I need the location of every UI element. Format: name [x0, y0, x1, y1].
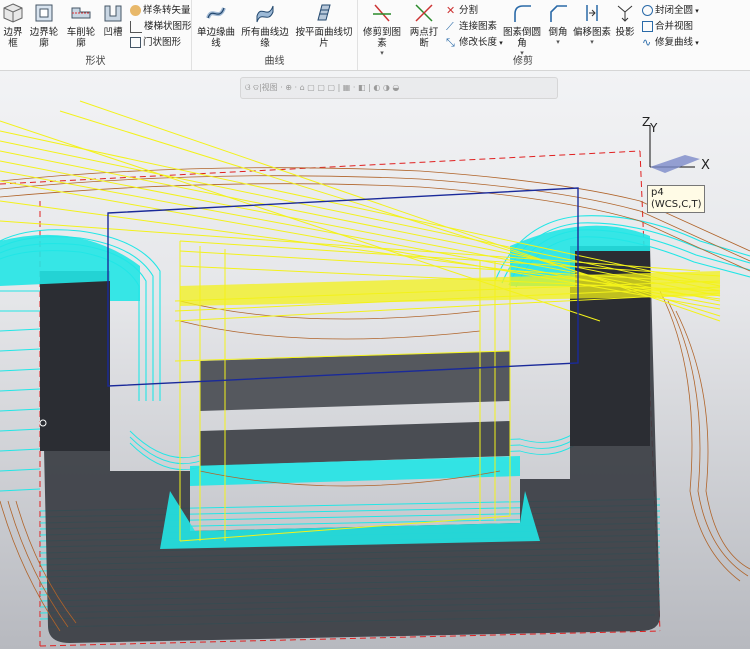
door-icon: [130, 37, 141, 48]
part-body: [40, 246, 660, 643]
profile-icon: [35, 4, 53, 22]
group-trim-label: 修剪: [513, 56, 533, 67]
modify-length-button[interactable]: ⤡ 修改长度 ▾: [446, 35, 503, 50]
fillet-icon: [514, 5, 531, 22]
join-entities-button[interactable]: ⟋ 连接图素: [446, 19, 497, 34]
close-arc-button[interactable]: 封闭全圆 ▾: [642, 3, 699, 18]
tooltip-point-name: p4: [651, 187, 664, 198]
modify-length-label: 修改长度: [459, 37, 498, 48]
stair-shape-button[interactable]: 楼梯状图形: [130, 19, 192, 34]
join-entities-label: 连接图素: [459, 21, 498, 32]
tooltip-coords: (WCS,C,T): [651, 199, 702, 210]
door-shape-button[interactable]: 门状图形: [130, 35, 181, 50]
project-label: 投影: [615, 27, 635, 38]
ribbon: 边界框 边界轮廓 车削轮廓 凹槽 样条转矢量 楼梯状图形 门状图形 形状 单边缘…: [0, 0, 750, 71]
groove-label: 凹槽: [103, 27, 123, 38]
circle-icon: [642, 5, 653, 16]
repair-curve-label: 修复曲线: [655, 37, 694, 48]
join-icon: ⟋: [446, 20, 454, 33]
offset-icon: [586, 5, 598, 21]
bounding-box-button[interactable]: 边界框: [0, 2, 26, 49]
stair-shape-label: 楼梯状图形: [144, 21, 192, 32]
chevron-down-icon[interactable]: ▾: [572, 38, 612, 46]
chamfer-icon: [550, 5, 567, 22]
spline-to-vector-label: 样条转矢量: [143, 5, 191, 16]
axis-x-label: X: [701, 158, 710, 173]
merge-views-label: 合并视图: [655, 21, 694, 32]
group-curve-label: 曲线: [264, 56, 285, 67]
group-shape-label: 形状: [85, 56, 106, 67]
view-toolbar-text: ଓ ଡ|视图 · ⊕ · ⌂ ▢ ▢ ▢ | ▦ · ◧ | ◐ ◑ ◒: [245, 83, 400, 92]
chevron-down-icon[interactable]: ▾: [544, 38, 572, 46]
divide-icon: ✕: [446, 4, 456, 17]
merge-views-button[interactable]: 合并视图: [642, 19, 693, 34]
project-button[interactable]: 投影: [612, 2, 638, 38]
offset-entity-label: 偏移图素: [572, 27, 611, 38]
fillet-entities-label: 图素倒圆角: [502, 27, 541, 49]
slice-plane-icon: [317, 4, 331, 21]
spline-to-vector-button[interactable]: 样条转矢量: [130, 3, 191, 18]
fillet-entities-button[interactable]: 图素倒圆角 ▾: [500, 2, 544, 57]
bounding-box-label: 边界框: [3, 27, 23, 49]
axis-z-label: Z: [642, 115, 651, 129]
turn-profile-icon: [71, 7, 91, 19]
divide-label: 分割: [459, 5, 479, 16]
chamfer-button[interactable]: 倒角 ▾: [544, 2, 572, 46]
repair-curve-icon: ∿: [642, 36, 652, 49]
two-point-break-label: 两点打断: [409, 27, 439, 49]
groove-button[interactable]: 凹槽: [100, 2, 126, 38]
trim-to-entity-button[interactable]: 修剪到图素 ▾: [360, 2, 404, 57]
close-arc-label: 封闭全圆: [655, 5, 694, 16]
slice-by-plane-button[interactable]: 按平面曲线切片: [292, 2, 356, 49]
single-edge-icon: [206, 7, 226, 19]
two-point-break-button[interactable]: 两点打断: [406, 2, 442, 49]
project-icon: [617, 5, 633, 22]
group-trim: 修剪到图素 ▾ 两点打断 ✕ 分割 ⟋ 连接图素 ⤡ 修改长度 ▾ 图素倒圆角 ▾ 倒…: [358, 0, 750, 70]
modify-length-icon: ⤡: [446, 36, 455, 49]
boundary-profile-label: 边界轮廓: [29, 27, 59, 49]
slice-by-plane-label: 按平面曲线切片: [295, 27, 353, 49]
offset-entity-button[interactable]: 偏移图素 ▾: [572, 2, 612, 46]
all-curve-edges-label: 所有曲线边缘: [241, 27, 289, 49]
chevron-down-icon[interactable]: ▾: [693, 39, 699, 47]
cube-icon: [3, 3, 23, 23]
all-curve-edges-button[interactable]: 所有曲线边缘: [240, 2, 290, 49]
stair-icon: [130, 20, 142, 33]
point-tooltip: p4 (WCS,C,T): [647, 185, 706, 213]
break-icon: [415, 4, 433, 22]
view-toolbar[interactable]: ଓ ଡ|视图 · ⊕ · ⌂ ▢ ▢ ▢ | ▦ · ◧ | ◐ ◑ ◒: [240, 77, 558, 99]
repair-curve-button[interactable]: ∿ 修复曲线 ▾: [642, 35, 699, 50]
group-shape: 边界框 边界轮廓 车削轮廓 凹槽 样条转矢量 楼梯状图形 门状图形 形状: [0, 0, 192, 70]
all-edges-icon: [256, 5, 274, 23]
axis-y-label: Y: [650, 121, 658, 135]
graphics-viewport[interactable]: ଓ ଡ|视图 · ⊕ · ⌂ ▢ ▢ ▢ | ▦ · ◧ | ◐ ◑ ◒ Z Y…: [0, 71, 750, 649]
divide-button[interactable]: ✕ 分割: [446, 3, 478, 18]
trim-to-entity-label: 修剪到图素: [362, 27, 401, 49]
turn-profile-label: 车削轮廓: [66, 27, 96, 49]
boundary-profile-button[interactable]: 边界轮廓: [26, 2, 62, 49]
spline-icon: [130, 5, 141, 16]
chevron-down-icon[interactable]: ▾: [693, 7, 699, 15]
group-curve: 单边缘曲线 所有曲线边缘 按平面曲线切片 曲线: [192, 0, 358, 70]
turn-profile-button[interactable]: 车削轮廓: [63, 2, 99, 49]
merge-views-icon: [642, 21, 653, 32]
door-shape-label: 门状图形: [143, 37, 182, 48]
single-edge-curve-button[interactable]: 单边缘曲线: [194, 2, 238, 49]
trim-icon: [373, 4, 391, 22]
chamfer-label: 倒角: [548, 27, 568, 38]
groove-icon: [104, 5, 122, 22]
single-edge-curve-label: 单边缘曲线: [196, 27, 235, 49]
